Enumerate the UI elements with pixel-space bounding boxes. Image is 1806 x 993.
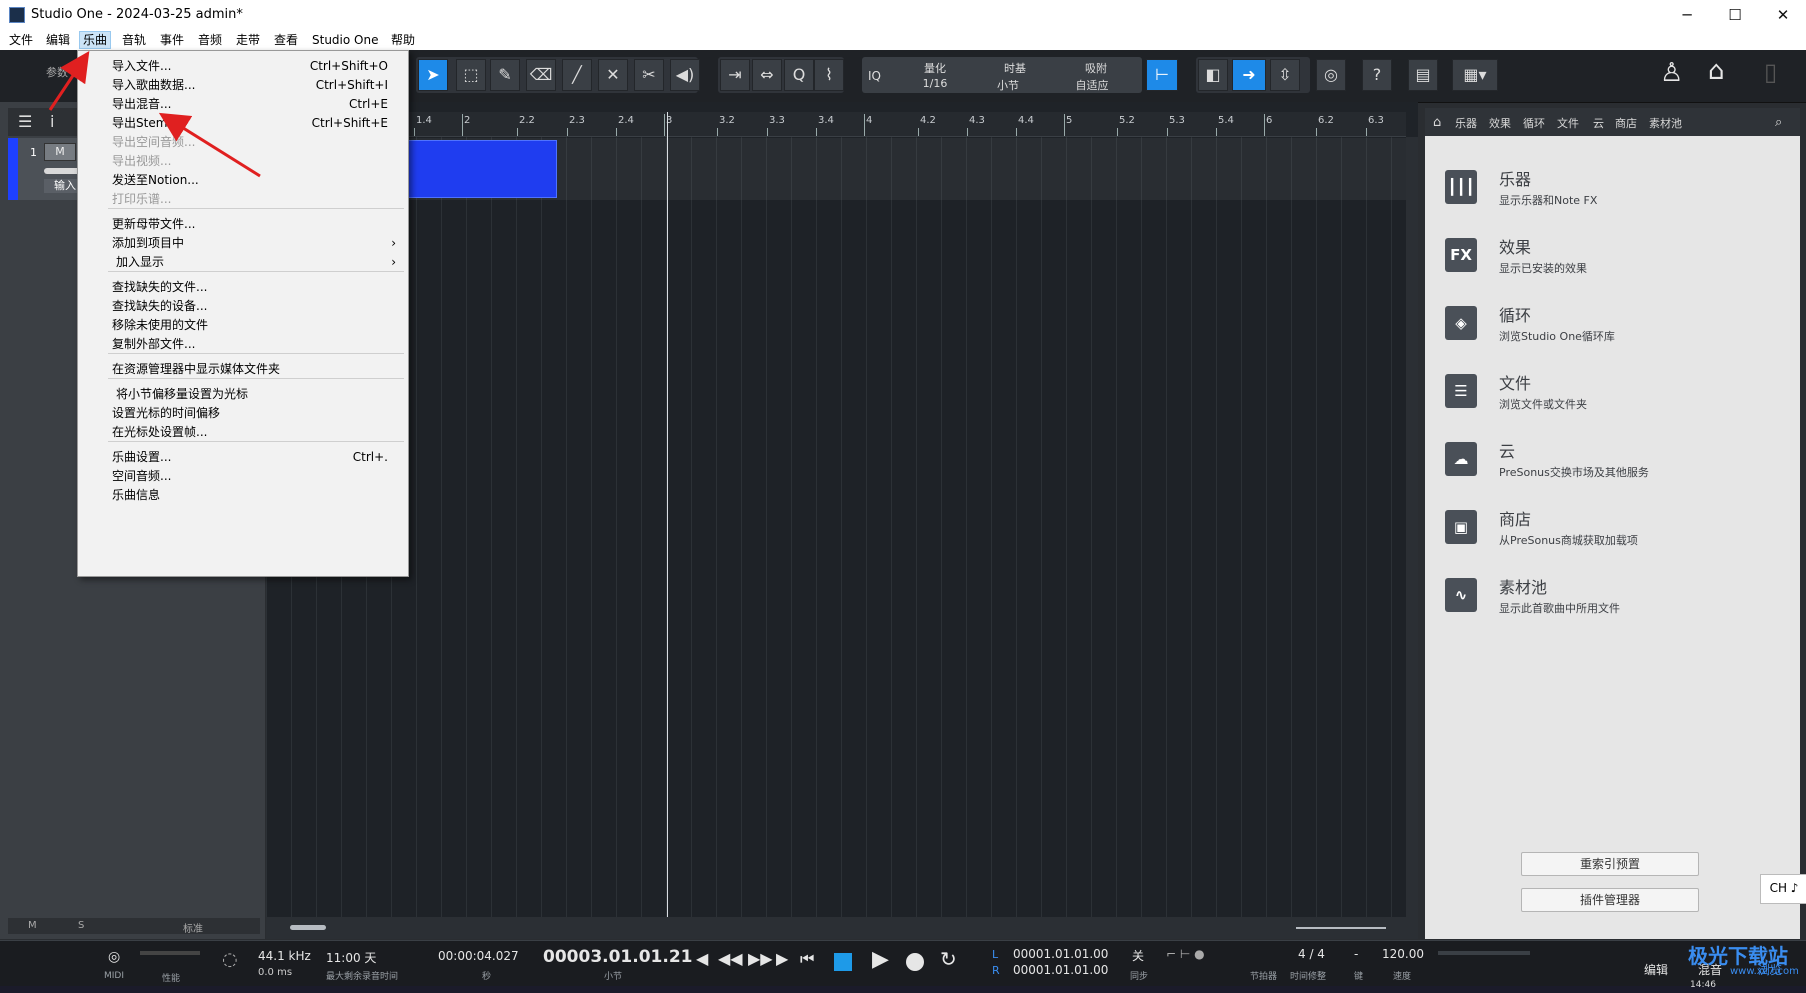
watermark-logo: 极光下载站 www.xz7.com: [1660, 938, 1800, 986]
watermark-url: www.xz7.com: [1730, 966, 1799, 977]
arrow-to-export-mix: [158, 112, 261, 178]
annotation-arrows: [48, 51, 261, 178]
arrow-to-song-menu: [48, 51, 90, 111]
watermark-text: 极光下载站: [1688, 944, 1788, 968]
